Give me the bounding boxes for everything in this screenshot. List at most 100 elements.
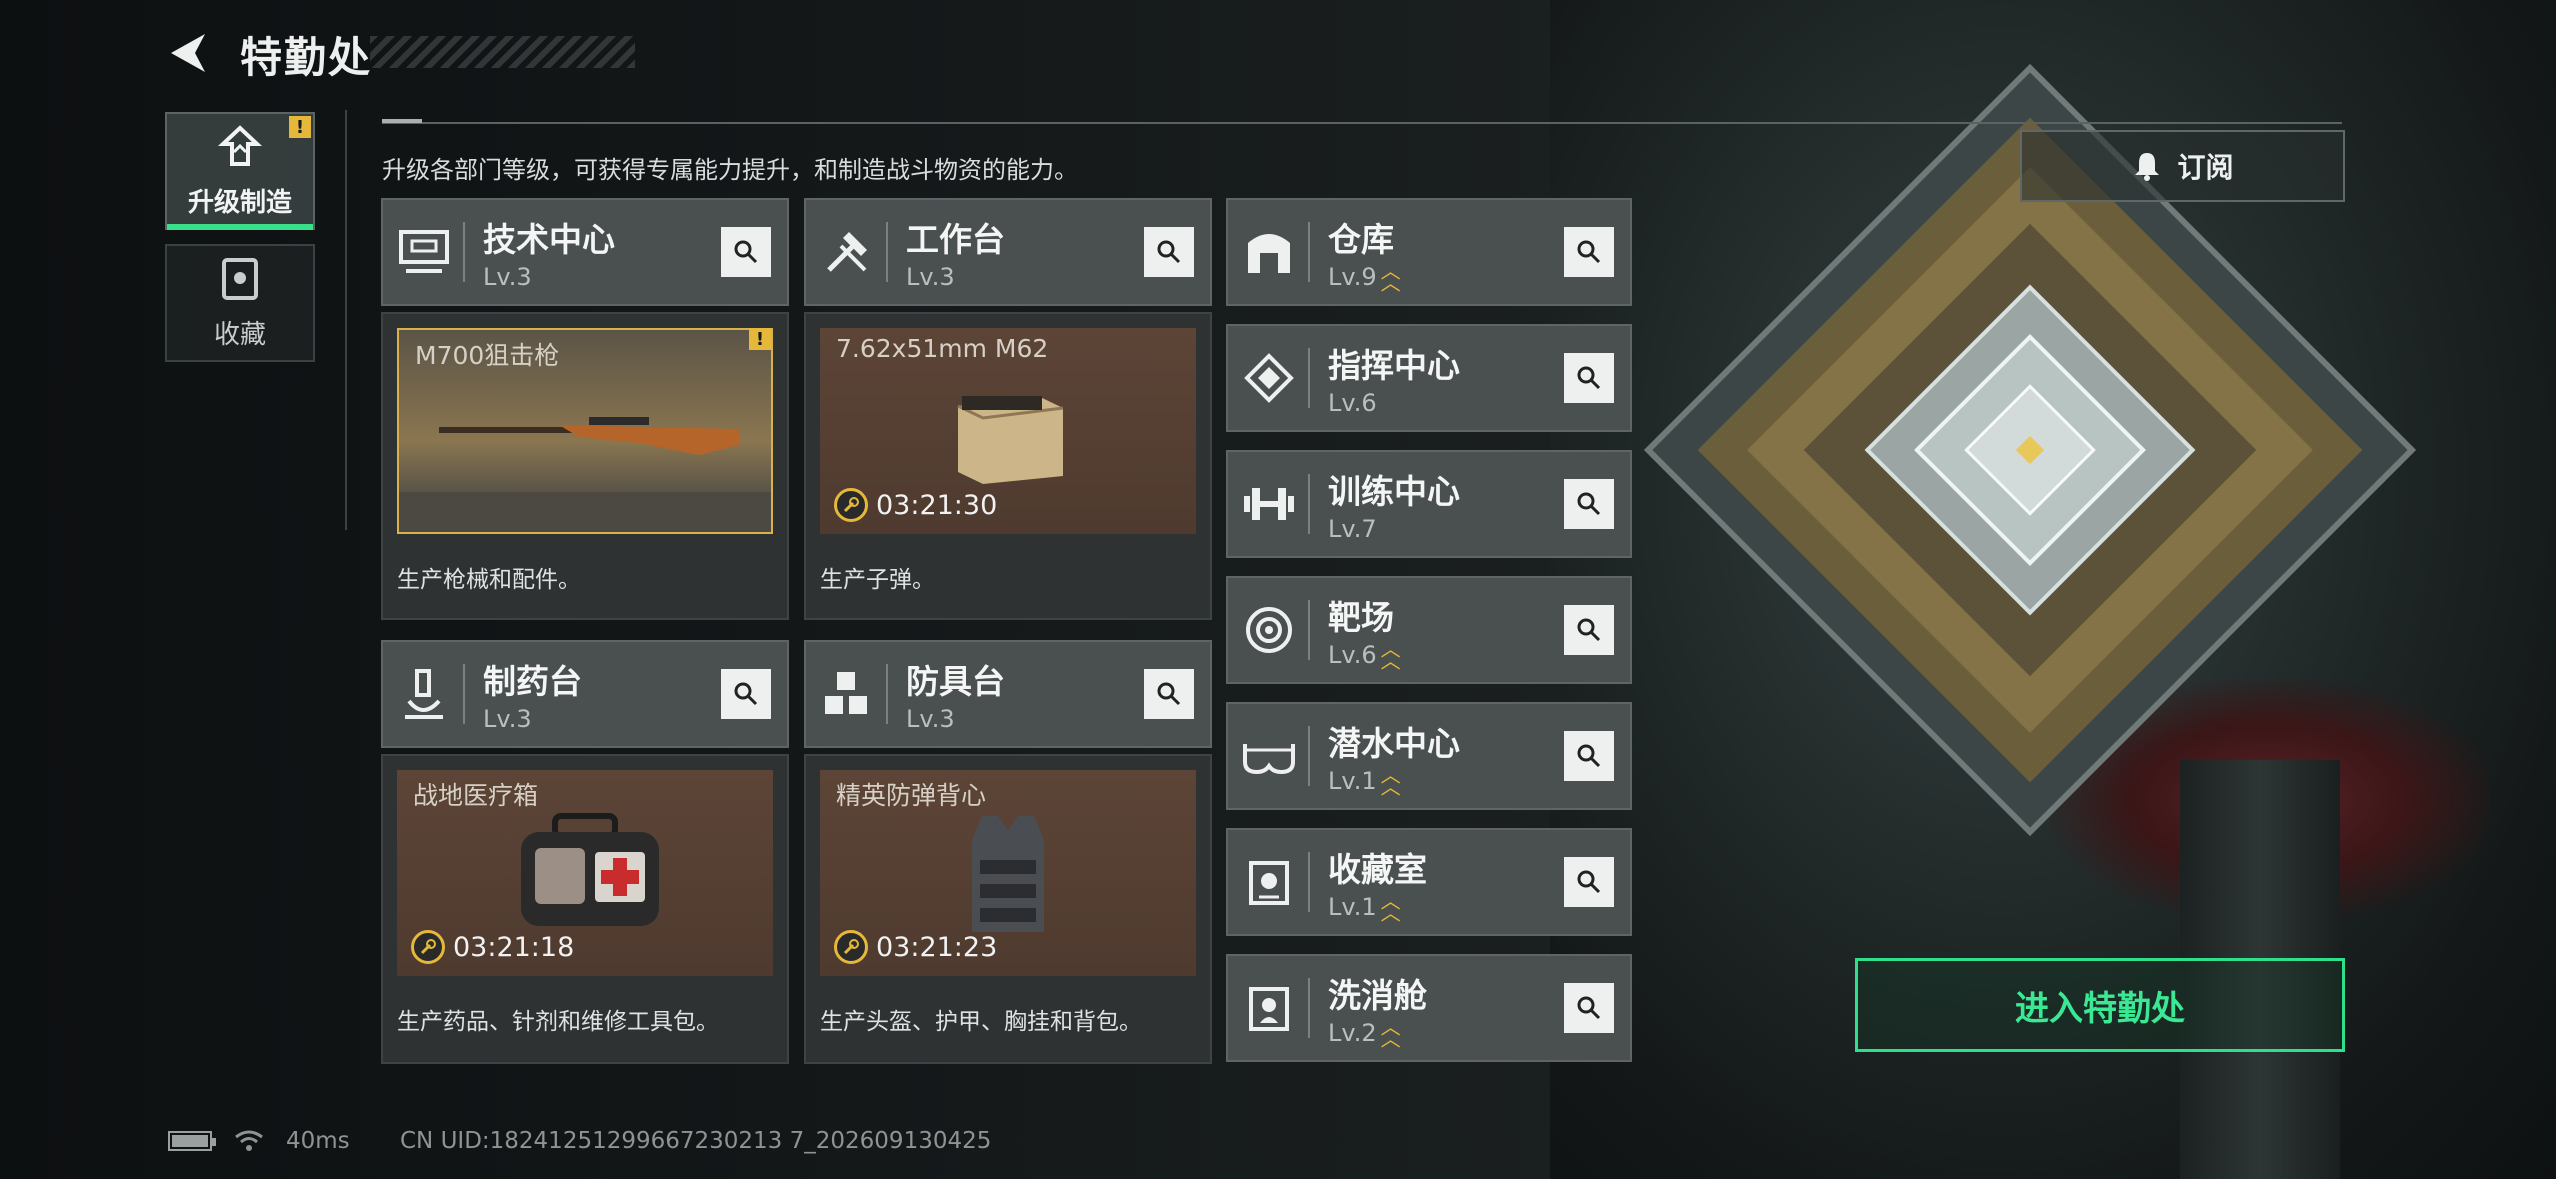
dept-tech-center[interactable]: 技术中心 Lv.3 — [381, 198, 789, 306]
item-card[interactable]: M700狙击枪 ! — [397, 328, 773, 534]
upgrade-available-icon: ︿ ︿ — [1380, 763, 1401, 799]
production-slot[interactable]: 战地医疗箱 03:21:18 生产药品、针剂和维修工具包。 — [381, 754, 789, 1064]
search-icon — [1157, 240, 1181, 264]
cubes-icon — [806, 642, 888, 746]
warning-badge: ! — [289, 116, 311, 138]
subscribe-button[interactable]: 订阅 — [2020, 130, 2345, 202]
search-icon — [1577, 240, 1601, 264]
search-button[interactable] — [1564, 605, 1614, 655]
wrench-icon — [411, 930, 445, 964]
search-icon — [734, 682, 758, 706]
medkit-image — [521, 813, 659, 926]
facility-name: 仓库 — [1328, 220, 1394, 259]
ammo-box-image — [957, 396, 1064, 484]
facility-warehouse[interactable]: 仓库 Lv.9 ︿ ︿ — [1226, 198, 1632, 306]
timer-text: 03:21:23 — [876, 931, 998, 963]
search-button[interactable] — [1564, 353, 1614, 403]
upgrade-icon — [217, 124, 263, 166]
search-button[interactable] — [721, 669, 771, 719]
wifi-icon — [235, 1130, 263, 1151]
facility-level: Lv.6 — [1328, 389, 1377, 417]
vertical-divider — [345, 110, 347, 530]
search-icon — [1577, 618, 1601, 642]
production-description: 生产药品、针剂和维修工具包。 — [397, 1009, 719, 1035]
search-icon — [1577, 870, 1601, 894]
search-button[interactable] — [1564, 227, 1614, 277]
dept-level: Lv.3 — [906, 705, 955, 733]
facility-name: 潜水中心 — [1328, 724, 1460, 763]
search-button[interactable] — [1144, 669, 1194, 719]
search-button[interactable] — [1144, 227, 1194, 277]
dumbbell-icon — [1228, 452, 1310, 556]
facility-decontamination[interactable]: 洗消舱 Lv.2 ︿ ︿ — [1226, 954, 1632, 1062]
search-button[interactable] — [1564, 731, 1614, 781]
collection-icon — [222, 257, 258, 300]
tab-upgrade-craft-label: 升级制造 — [187, 187, 292, 218]
production-description: 生产头盔、护甲、胸挂和背包。 — [820, 1009, 1142, 1035]
search-icon — [1577, 366, 1601, 390]
facility-diving-center[interactable]: 潜水中心 Lv.1 ︿ ︿ — [1226, 702, 1632, 810]
facility-command-center[interactable]: 指挥中心 Lv.6 — [1226, 324, 1632, 432]
facility-collection-room[interactable]: 收藏室 Lv.1 ︿ ︿ — [1226, 828, 1632, 936]
facility-level: Lv.7 — [1328, 515, 1377, 543]
uid-text: CN UID:18241251299667230213 7_2026091304… — [400, 1128, 992, 1154]
sniper-rifle-image — [439, 417, 739, 455]
search-button[interactable] — [1564, 983, 1614, 1033]
search-icon — [734, 240, 758, 264]
facility-level: Lv.1 — [1328, 893, 1377, 921]
dept-armor-bench[interactable]: 防具台 Lv.3 — [804, 640, 1212, 748]
facility-name: 靶场 — [1328, 598, 1394, 637]
search-button[interactable] — [1564, 857, 1614, 907]
dept-name: 工作台 — [906, 220, 1005, 259]
upgrade-available-icon: ︿ ︿ — [1380, 259, 1401, 295]
status-bar: 40ms — [168, 1128, 350, 1154]
production-slot[interactable]: M700狙击枪 ! 生产枪械和配件。 — [381, 312, 789, 620]
production-timer: 03:21:23 — [834, 930, 997, 964]
production-description: 生产子弹。 — [820, 567, 935, 593]
search-icon — [1577, 744, 1601, 768]
search-icon — [1577, 492, 1601, 516]
item-card[interactable]: 7.62x51mm M62 03:21:30 — [820, 328, 1196, 534]
warning-badge: ! — [749, 328, 771, 350]
item-name: M700狙击枪 — [415, 341, 560, 370]
production-description: 生产枪械和配件。 — [397, 567, 581, 593]
production-slot[interactable]: 7.62x51mm M62 03:21:30 生产子弹。 — [804, 312, 1212, 620]
divider — [382, 122, 2342, 124]
facility-shooting-range[interactable]: 靶场 Lv.6 ︿ ︿ — [1226, 576, 1632, 684]
computer-icon — [383, 200, 465, 304]
facility-name: 指挥中心 — [1328, 346, 1460, 385]
dept-level: Lv.3 — [483, 705, 532, 733]
collection-room-icon — [1228, 830, 1310, 934]
vest-image — [972, 816, 1044, 932]
dept-pharmacy[interactable]: 制药台 Lv.3 — [381, 640, 789, 748]
enter-special-ops-button[interactable]: 进入特勤处 — [1855, 958, 2345, 1052]
back-arrow-icon[interactable] — [165, 28, 215, 78]
timer-text: 03:21:18 — [453, 931, 575, 963]
facility-level: Lv.6 — [1328, 641, 1377, 669]
production-timer: 03:21:18 — [411, 930, 574, 964]
search-button[interactable] — [1564, 479, 1614, 529]
subscribe-label: 订阅 — [2177, 151, 2234, 184]
wrench-icon — [834, 930, 868, 964]
production-slot[interactable]: 精英防弹背心 03:21:23 生产头盔、护甲、胸挂和背包。 — [804, 754, 1212, 1064]
dept-name: 制药台 — [483, 662, 582, 701]
battery-icon — [168, 1131, 216, 1151]
facility-level: Lv.1 — [1328, 767, 1377, 795]
bell-icon — [2135, 153, 2160, 181]
tab-upgrade-craft[interactable]: 升级制造 ! — [165, 112, 315, 230]
wrench-icon — [834, 488, 868, 522]
command-icon — [1228, 326, 1310, 430]
item-card[interactable]: 战地医疗箱 03:21:18 — [397, 770, 773, 976]
dept-level: Lv.3 — [906, 263, 955, 291]
tools-icon — [806, 200, 888, 304]
tab-collection[interactable]: 收藏 — [165, 244, 315, 362]
item-name: 7.62x51mm M62 — [836, 334, 1049, 363]
search-icon — [1577, 996, 1601, 1020]
facility-training-center[interactable]: 训练中心 Lv.7 — [1226, 450, 1632, 558]
divider-accent — [382, 119, 422, 123]
item-card[interactable]: 精英防弹背心 03:21:23 — [820, 770, 1196, 976]
search-button[interactable] — [721, 227, 771, 277]
facility-name: 洗消舱 — [1328, 976, 1427, 1015]
facility-level: Lv.2 — [1328, 1019, 1377, 1047]
dept-workbench[interactable]: 工作台 Lv.3 — [804, 198, 1212, 306]
